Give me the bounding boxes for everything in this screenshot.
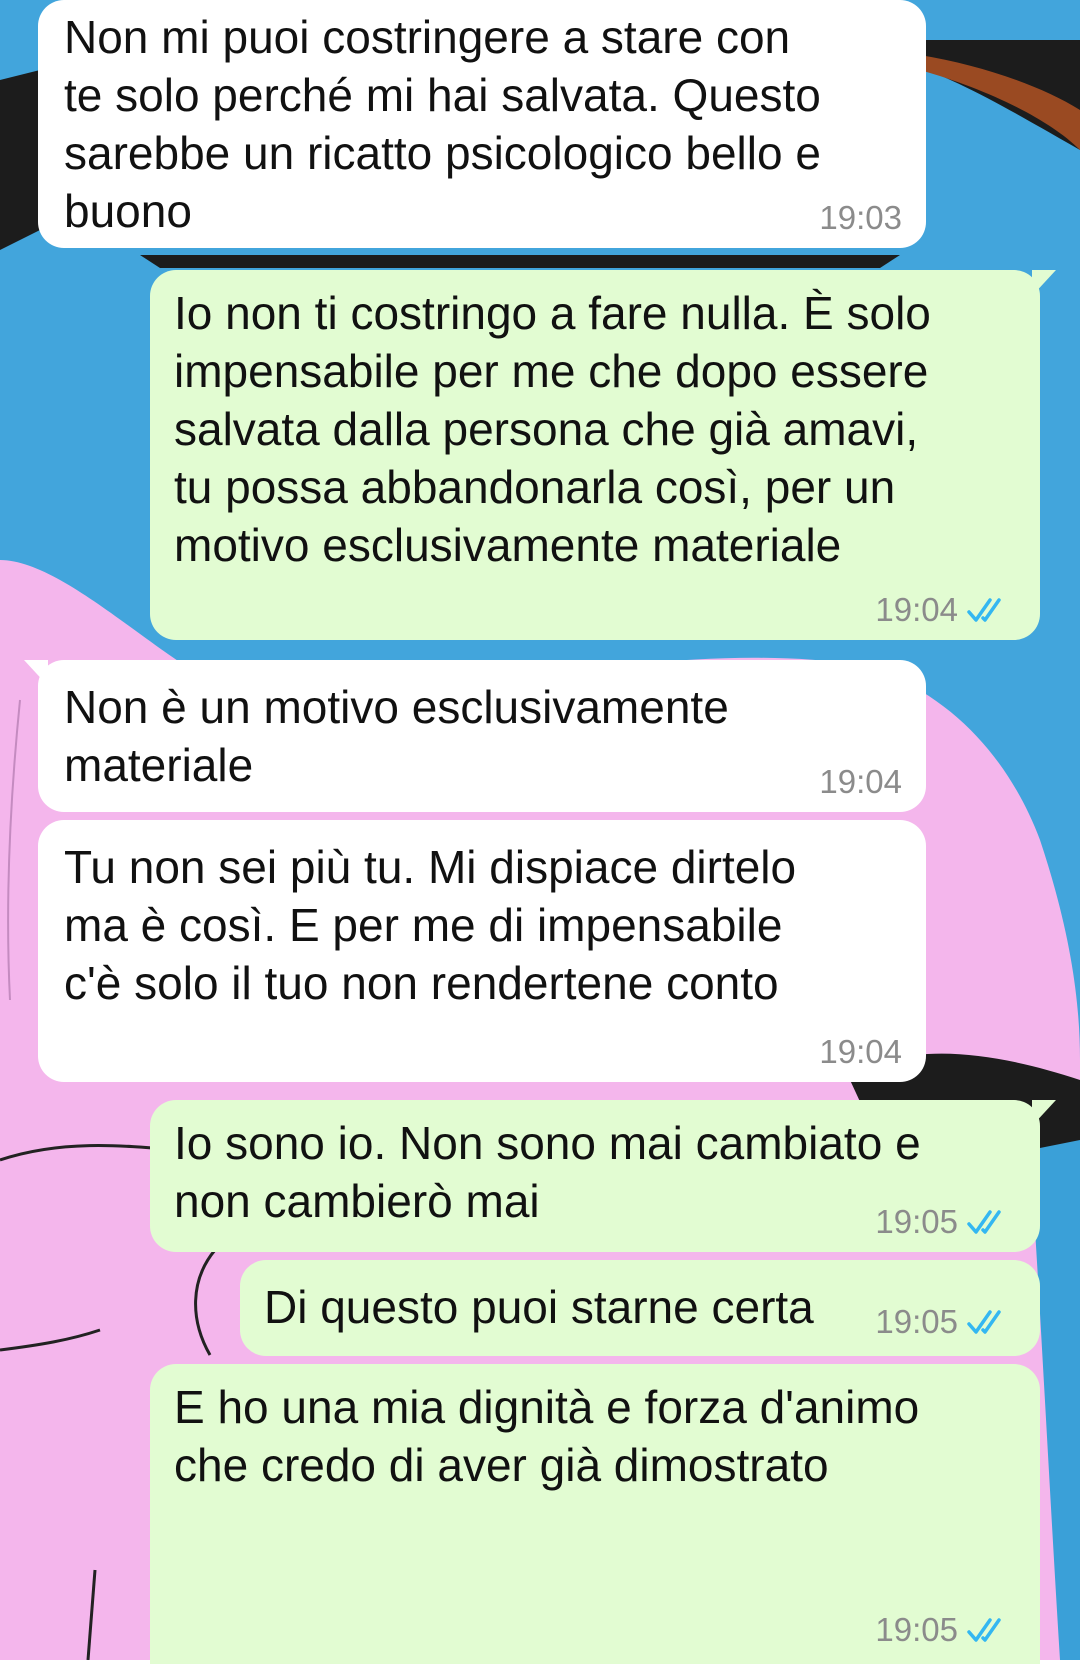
outgoing-message-bubble[interactable]: Io sono io. Non sono mai cambiato e non … <box>150 1100 1056 1252</box>
bubble-tail <box>1032 1100 1056 1126</box>
message-time: 19:03 <box>819 199 902 236</box>
message-time: 19:04 <box>875 591 958 628</box>
message-meta: 19:05 <box>875 1610 1010 1650</box>
bubble-tail <box>24 660 48 686</box>
message-meta: 19:05 <box>875 1302 1010 1342</box>
incoming-message-bubble[interactable]: Non è un motivo esclusivamente materiale… <box>24 660 926 812</box>
double-check-read-icon <box>967 1618 1001 1642</box>
message-meta: 19:05 <box>875 1202 1010 1242</box>
message-meta: 19:04 <box>819 762 902 802</box>
double-check-read-icon <box>967 1310 1001 1334</box>
incoming-message-bubble[interactable]: Tu non sei più tu. Mi dispiace dirtelo m… <box>38 820 926 1082</box>
message-meta: 19:04 <box>819 1032 902 1072</box>
incoming-message-bubble[interactable]: Non mi puoi costringere a stare con te s… <box>38 0 926 248</box>
message-time: 19:05 <box>875 1203 958 1240</box>
message-time: 19:05 <box>875 1303 958 1340</box>
outgoing-message-bubble[interactable]: Di questo puoi starne certa 19:05 <box>240 1260 1040 1356</box>
message-text: Tu non sei più tu. Mi dispiace dirtelo m… <box>64 841 797 1009</box>
message-text: Io non ti costringo a fare nulla. È solo… <box>174 287 931 571</box>
message-time: 19:04 <box>819 763 902 800</box>
message-list[interactable]: Non mi puoi costringere a stare con te s… <box>0 0 1080 1664</box>
message-meta: 19:04 <box>875 590 1010 630</box>
message-time: 19:05 <box>875 1611 958 1648</box>
message-text: E ho una mia dignità e forza d'animo che… <box>174 1381 920 1491</box>
message-meta: 19:03 <box>819 198 902 238</box>
message-text: Non è un motivo esclusivamente materiale <box>64 681 729 791</box>
bubble-tail <box>1032 270 1056 296</box>
double-check-read-icon <box>967 1210 1001 1234</box>
outgoing-message-bubble[interactable]: Io non ti costringo a fare nulla. È solo… <box>150 270 1056 640</box>
double-check-read-icon <box>967 598 1001 622</box>
message-text: Non mi puoi costringere a stare con te s… <box>64 11 821 237</box>
message-time: 19:04 <box>819 1033 902 1070</box>
outgoing-message-bubble[interactable]: E ho una mia dignità e forza d'animo che… <box>150 1364 1040 1664</box>
